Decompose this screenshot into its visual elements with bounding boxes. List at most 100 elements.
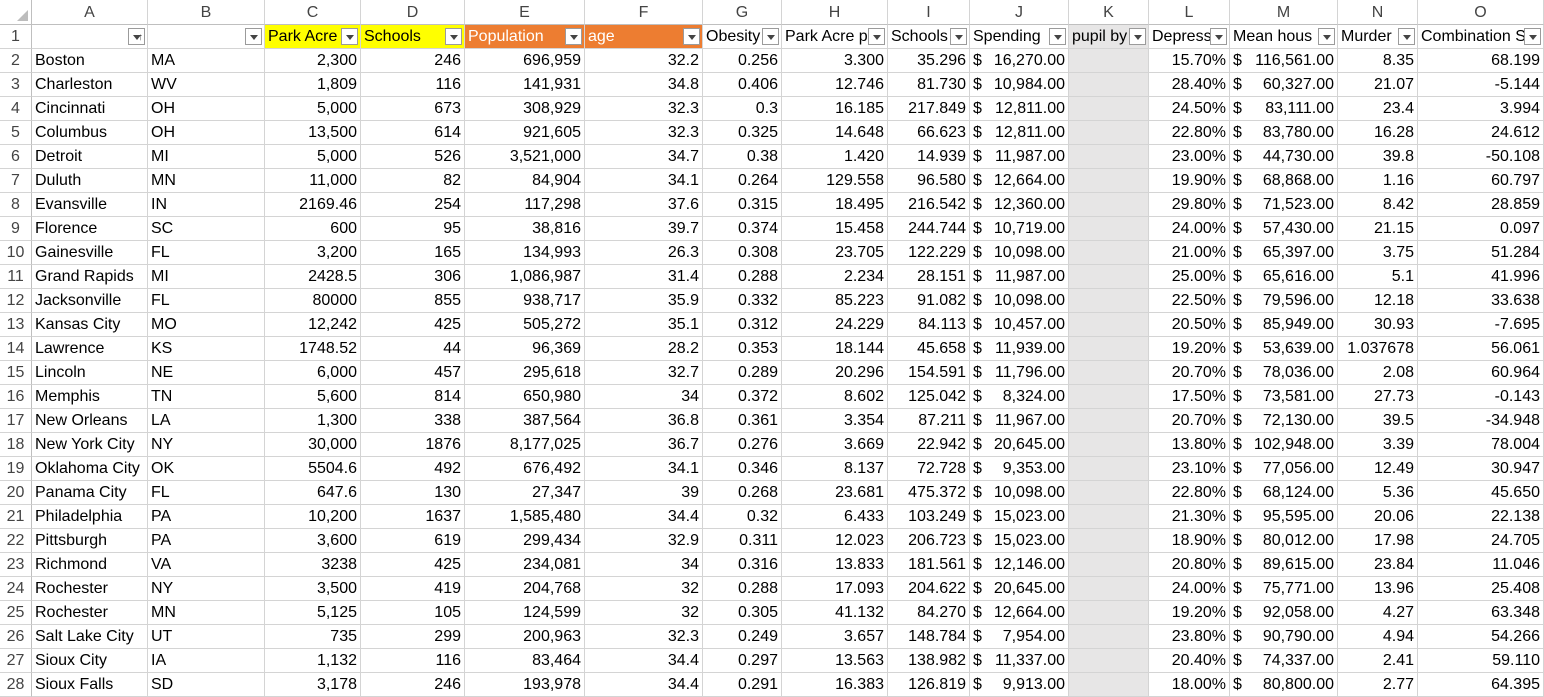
cell-i5[interactable]: 66.623 xyxy=(888,121,970,145)
cell-h22[interactable]: 12.023 xyxy=(782,529,888,553)
cell-l14[interactable]: 19.20% xyxy=(1149,337,1230,361)
cell-n14[interactable]: 1.037678 xyxy=(1338,337,1418,361)
cell-n15[interactable]: 2.08 xyxy=(1338,361,1418,385)
cell-o16[interactable]: -0.143 xyxy=(1418,385,1544,409)
header-cell-j[interactable]: Spending xyxy=(970,25,1069,49)
cell-l13[interactable]: 20.50% xyxy=(1149,313,1230,337)
cell-l16[interactable]: 17.50% xyxy=(1149,385,1230,409)
cell-d12[interactable]: 855 xyxy=(361,289,465,313)
cell-f19[interactable]: 34.1 xyxy=(585,457,703,481)
cell-h3[interactable]: 12.746 xyxy=(782,73,888,97)
cell-j13[interactable]: $10,457.00 xyxy=(970,313,1069,337)
cell-j20[interactable]: $10,098.00 xyxy=(970,481,1069,505)
cell-n23[interactable]: 23.84 xyxy=(1338,553,1418,577)
cell-i28[interactable]: 126.819 xyxy=(888,673,970,697)
cell-h7[interactable]: 129.558 xyxy=(782,169,888,193)
cell-c3[interactable]: 1,809 xyxy=(265,73,361,97)
row-header-3[interactable]: 3 xyxy=(0,73,32,97)
cell-k27[interactable] xyxy=(1069,649,1149,673)
cell-n22[interactable]: 17.98 xyxy=(1338,529,1418,553)
cell-e22[interactable]: 299,434 xyxy=(465,529,585,553)
cell-d11[interactable]: 306 xyxy=(361,265,465,289)
row-header-26[interactable]: 26 xyxy=(0,625,32,649)
filter-dropdown-icon[interactable] xyxy=(683,28,700,45)
cell-f20[interactable]: 39 xyxy=(585,481,703,505)
header-cell-g[interactable]: Obesity xyxy=(703,25,782,49)
cell-l26[interactable]: 23.80% xyxy=(1149,625,1230,649)
cell-b20[interactable]: FL xyxy=(148,481,265,505)
cell-c13[interactable]: 12,242 xyxy=(265,313,361,337)
cell-l25[interactable]: 19.20% xyxy=(1149,601,1230,625)
cell-g26[interactable]: 0.249 xyxy=(703,625,782,649)
row-header-27[interactable]: 27 xyxy=(0,649,32,673)
cell-g12[interactable]: 0.332 xyxy=(703,289,782,313)
cell-m23[interactable]: $89,615.00 xyxy=(1230,553,1338,577)
cell-n19[interactable]: 12.49 xyxy=(1338,457,1418,481)
cell-c2[interactable]: 2,300 xyxy=(265,49,361,73)
cell-d26[interactable]: 299 xyxy=(361,625,465,649)
cell-c11[interactable]: 2428.5 xyxy=(265,265,361,289)
cell-j25[interactable]: $12,664.00 xyxy=(970,601,1069,625)
cell-h27[interactable]: 13.563 xyxy=(782,649,888,673)
row-header-21[interactable]: 21 xyxy=(0,505,32,529)
cell-o18[interactable]: 78.004 xyxy=(1418,433,1544,457)
cell-k15[interactable] xyxy=(1069,361,1149,385)
column-header-g[interactable]: G xyxy=(703,0,782,25)
header-cell-b[interactable] xyxy=(148,25,265,49)
cell-b22[interactable]: PA xyxy=(148,529,265,553)
cell-n9[interactable]: 21.15 xyxy=(1338,217,1418,241)
cell-m24[interactable]: $75,771.00 xyxy=(1230,577,1338,601)
cell-g6[interactable]: 0.38 xyxy=(703,145,782,169)
cell-h19[interactable]: 8.137 xyxy=(782,457,888,481)
cell-f11[interactable]: 31.4 xyxy=(585,265,703,289)
cell-g27[interactable]: 0.297 xyxy=(703,649,782,673)
cell-i6[interactable]: 14.939 xyxy=(888,145,970,169)
cell-k26[interactable] xyxy=(1069,625,1149,649)
column-header-a[interactable]: A xyxy=(32,0,148,25)
filter-dropdown-icon[interactable] xyxy=(341,28,358,45)
cell-k12[interactable] xyxy=(1069,289,1149,313)
cell-d21[interactable]: 1637 xyxy=(361,505,465,529)
cell-d14[interactable]: 44 xyxy=(361,337,465,361)
cell-m26[interactable]: $90,790.00 xyxy=(1230,625,1338,649)
cell-o28[interactable]: 64.395 xyxy=(1418,673,1544,697)
cell-j9[interactable]: $10,719.00 xyxy=(970,217,1069,241)
filter-dropdown-icon[interactable] xyxy=(445,28,462,45)
cell-g18[interactable]: 0.276 xyxy=(703,433,782,457)
cell-g4[interactable]: 0.3 xyxy=(703,97,782,121)
cell-o26[interactable]: 54.266 xyxy=(1418,625,1544,649)
cell-h10[interactable]: 23.705 xyxy=(782,241,888,265)
cell-l28[interactable]: 18.00% xyxy=(1149,673,1230,697)
cell-o9[interactable]: 0.097 xyxy=(1418,217,1544,241)
cell-f13[interactable]: 35.1 xyxy=(585,313,703,337)
cell-o5[interactable]: 24.612 xyxy=(1418,121,1544,145)
header-cell-h[interactable]: Park Acre p xyxy=(782,25,888,49)
cell-i15[interactable]: 154.591 xyxy=(888,361,970,385)
cell-j24[interactable]: $20,645.00 xyxy=(970,577,1069,601)
cell-h13[interactable]: 24.229 xyxy=(782,313,888,337)
cell-n11[interactable]: 5.1 xyxy=(1338,265,1418,289)
cell-n13[interactable]: 30.93 xyxy=(1338,313,1418,337)
cell-g13[interactable]: 0.312 xyxy=(703,313,782,337)
cell-m22[interactable]: $80,012.00 xyxy=(1230,529,1338,553)
column-header-d[interactable]: D xyxy=(361,0,465,25)
cell-o12[interactable]: 33.638 xyxy=(1418,289,1544,313)
filter-dropdown-icon[interactable] xyxy=(245,28,262,45)
column-header-b[interactable]: B xyxy=(148,0,265,25)
cell-l2[interactable]: 15.70% xyxy=(1149,49,1230,73)
column-header-i[interactable]: I xyxy=(888,0,970,25)
cell-i20[interactable]: 475.372 xyxy=(888,481,970,505)
filter-dropdown-icon[interactable] xyxy=(1318,28,1335,45)
column-header-o[interactable]: O xyxy=(1418,0,1544,25)
cell-f8[interactable]: 37.6 xyxy=(585,193,703,217)
row-header-20[interactable]: 20 xyxy=(0,481,32,505)
cell-k2[interactable] xyxy=(1069,49,1149,73)
cell-d20[interactable]: 130 xyxy=(361,481,465,505)
cell-i16[interactable]: 125.042 xyxy=(888,385,970,409)
cell-o7[interactable]: 60.797 xyxy=(1418,169,1544,193)
filter-dropdown-icon[interactable] xyxy=(1524,28,1541,45)
filter-dropdown-icon[interactable] xyxy=(762,28,779,45)
cell-b2[interactable]: MA xyxy=(148,49,265,73)
cell-f4[interactable]: 32.3 xyxy=(585,97,703,121)
cell-l23[interactable]: 20.80% xyxy=(1149,553,1230,577)
